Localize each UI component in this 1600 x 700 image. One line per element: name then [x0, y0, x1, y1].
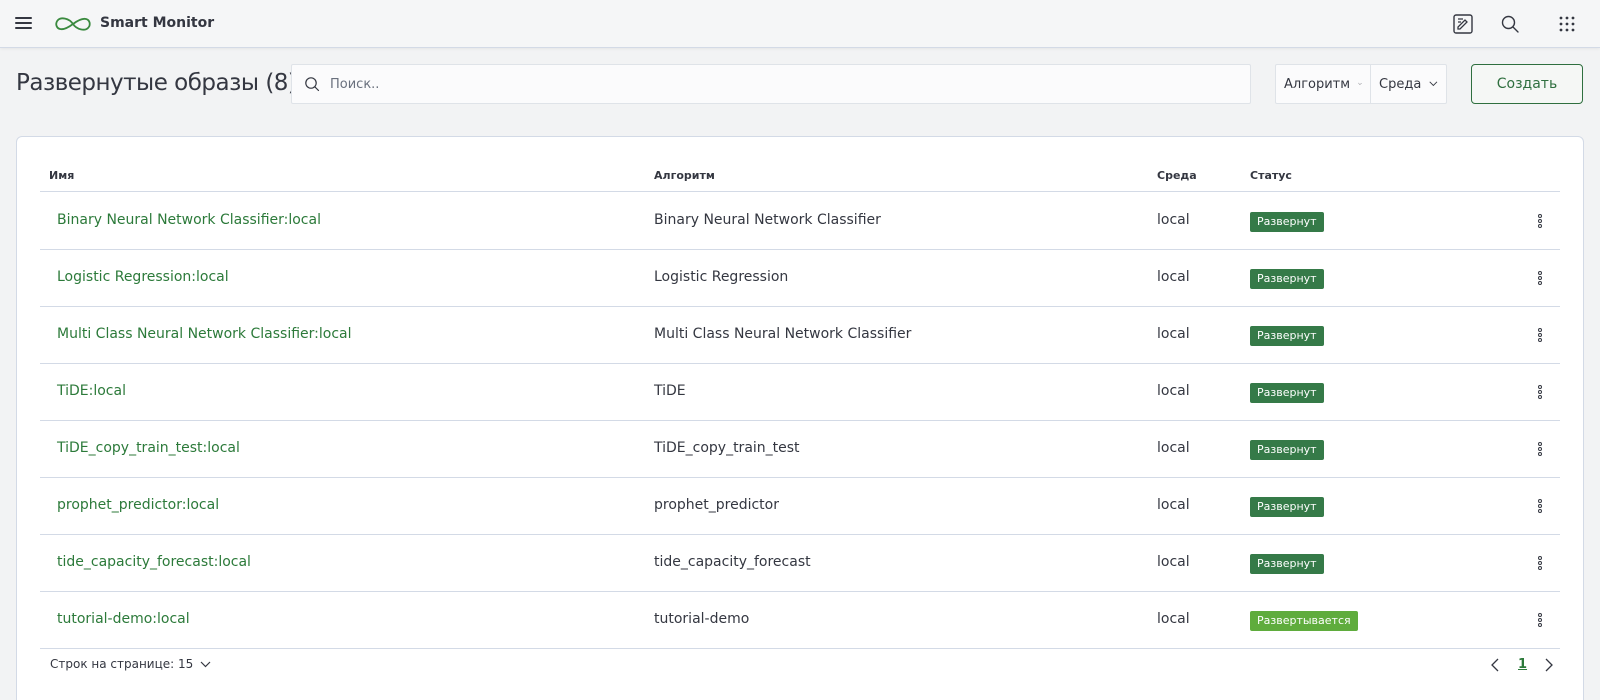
- row-name-link[interactable]: prophet_predictor:local: [57, 497, 219, 513]
- top-bar: Smart Monitor: [0, 0, 1600, 48]
- search-input[interactable]: [330, 66, 1230, 102]
- row-actions-kebab-icon[interactable]: [1532, 213, 1548, 231]
- row-name-link[interactable]: TiDE_copy_train_test:local: [57, 440, 240, 456]
- row-environment: local: [1157, 554, 1190, 570]
- edit-notes-icon[interactable]: [1452, 13, 1474, 35]
- row-actions-kebab-icon[interactable]: [1532, 441, 1548, 459]
- row-name-link[interactable]: tutorial-demo:local: [57, 611, 190, 627]
- table-row: prophet_predictor:local prophet_predictor…: [40, 478, 1560, 535]
- chevron-down-icon: [1429, 81, 1438, 87]
- chevron-right-icon[interactable]: [1544, 658, 1554, 672]
- column-header-environment[interactable]: Среда: [1157, 169, 1197, 182]
- status-badge: Развернут: [1250, 383, 1324, 403]
- status-badge: Развернут: [1250, 497, 1324, 517]
- search-icon: [305, 77, 320, 92]
- table-row: Binary Neural Network Classifier:local Bi…: [40, 193, 1560, 250]
- row-algorithm: Multi Class Neural Network Classifier: [654, 326, 912, 342]
- table-row: TiDE:local TiDE local Развернут: [40, 364, 1560, 421]
- app-brand[interactable]: Smart Monitor: [100, 15, 214, 31]
- pagination: 1: [1490, 655, 1560, 675]
- column-header-algorithm[interactable]: Алгоритм: [654, 169, 715, 182]
- row-algorithm: prophet_predictor: [654, 497, 779, 513]
- status-badge: Развернут: [1250, 269, 1324, 289]
- create-button[interactable]: Создать: [1471, 64, 1583, 104]
- row-name-link[interactable]: Binary Neural Network Classifier:local: [57, 212, 321, 228]
- row-algorithm: Binary Neural Network Classifier: [654, 212, 881, 228]
- row-name-link[interactable]: TiDE:local: [57, 383, 126, 399]
- row-environment: local: [1157, 611, 1190, 627]
- table-row: tide_capacity_forecast:local tide_capacit…: [40, 535, 1560, 592]
- row-actions-kebab-icon[interactable]: [1532, 612, 1548, 630]
- rows-per-page-label: Строк на странице: 15: [50, 657, 194, 671]
- column-header-name[interactable]: Имя: [49, 169, 74, 182]
- row-environment: local: [1157, 383, 1190, 399]
- algorithm-filter-button[interactable]: Алгоритм: [1276, 65, 1371, 103]
- infinity-logo-icon: [55, 17, 91, 31]
- row-algorithm: Logistic Regression: [654, 269, 789, 285]
- page-title: Развернутые образы (8): [16, 70, 297, 96]
- row-name-link[interactable]: tide_capacity_forecast:local: [57, 554, 251, 570]
- chevron-down-icon: [200, 661, 211, 667]
- rows-per-page-select[interactable]: Строк на странице: 15: [50, 657, 211, 671]
- algorithm-filter-label: Алгоритм: [1284, 76, 1351, 92]
- row-environment: local: [1157, 269, 1190, 285]
- row-name-link[interactable]: Multi Class Neural Network Classifier:lo…: [57, 326, 352, 342]
- row-actions-kebab-icon[interactable]: [1532, 270, 1548, 288]
- environment-filter-label: Среда: [1379, 76, 1422, 92]
- row-actions-kebab-icon[interactable]: [1532, 384, 1548, 402]
- apps-grid-icon[interactable]: [1556, 13, 1578, 35]
- chevron-left-icon[interactable]: [1490, 658, 1500, 672]
- table-header: Имя Алгоритм Среда Статус: [40, 164, 1560, 192]
- filter-group: Алгоритм Среда: [1275, 64, 1447, 104]
- table-row: tutorial-demo:local tutorial-demo local Раз…: [40, 592, 1560, 649]
- status-badge: Развернут: [1250, 440, 1324, 460]
- row-actions-kebab-icon[interactable]: [1532, 555, 1548, 573]
- status-badge: Развертывается: [1250, 611, 1358, 631]
- menu-icon[interactable]: [14, 14, 34, 34]
- row-algorithm: tutorial-demo: [654, 611, 750, 627]
- table-row: Multi Class Neural Network Classifier:lo…: [40, 307, 1560, 364]
- column-header-status[interactable]: Статус: [1250, 169, 1292, 182]
- row-environment: local: [1157, 326, 1190, 342]
- environment-filter-button[interactable]: Среда: [1371, 65, 1446, 103]
- table-row: TiDE_copy_train_test:local TiDE_copy_trai…: [40, 421, 1560, 478]
- table-row: Logistic Regression:local Logistic Regres…: [40, 250, 1560, 307]
- row-environment: local: [1157, 440, 1190, 456]
- row-environment: local: [1157, 497, 1190, 513]
- row-environment: local: [1157, 212, 1190, 228]
- row-actions-kebab-icon[interactable]: [1532, 327, 1548, 345]
- row-algorithm: TiDE: [654, 383, 686, 399]
- chevron-down-icon: [1358, 82, 1362, 85]
- status-badge: Развернут: [1250, 554, 1324, 574]
- search-box[interactable]: [291, 64, 1251, 104]
- row-algorithm: TiDE_copy_train_test: [654, 440, 800, 456]
- status-badge: Развернут: [1250, 212, 1324, 232]
- page-number-current[interactable]: 1: [1518, 657, 1527, 672]
- row-name-link[interactable]: Logistic Regression:local: [57, 269, 229, 285]
- search-icon[interactable]: [1499, 13, 1521, 35]
- row-actions-kebab-icon[interactable]: [1532, 498, 1548, 516]
- status-badge: Развернут: [1250, 326, 1324, 346]
- row-algorithm: tide_capacity_forecast: [654, 554, 811, 570]
